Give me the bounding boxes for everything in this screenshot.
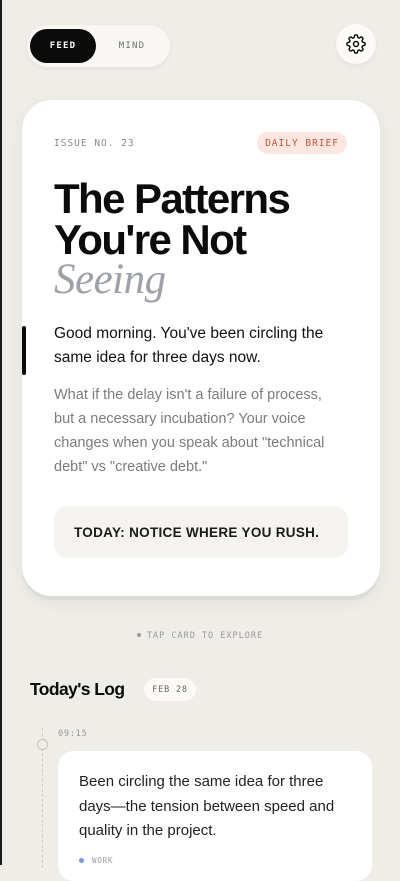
log-date-pill: FEB 28 (144, 678, 196, 701)
daily-action-box: TODAY: NOTICE WHERE YOU RUSH. (54, 506, 348, 558)
daily-brief-badge: DAILY BRIEF (257, 132, 347, 154)
view-toggle: FEED MIND (27, 25, 170, 67)
tap-hint-text: TAP CARD TO EXPLORE (146, 631, 264, 641)
headline-line-1: The Patterns (54, 175, 291, 222)
issue-number: ISSUE NO. 23 (54, 138, 135, 149)
log-title: Today's Log (30, 679, 125, 699)
tab-mind[interactable]: MIND (99, 29, 165, 63)
tab-feed[interactable]: FEED (30, 29, 96, 63)
quote-accent-bar (22, 326, 26, 375)
log-entry-card[interactable]: Been circling the same idea for three da… (58, 751, 372, 881)
left-edge-rule (0, 0, 2, 865)
card-body-text: What if the delay isn't a failure of pro… (54, 387, 325, 475)
hint-dot-icon (136, 632, 141, 637)
settings-button[interactable] (336, 24, 376, 64)
headline-italic-word: Seeing (54, 256, 166, 303)
log-entry-tag-label: WORK (92, 856, 114, 865)
tag-dot-icon (79, 858, 84, 863)
timeline-node-icon (37, 739, 48, 750)
greeting-text: Good morning. You've been circling the s… (54, 325, 324, 366)
daily-action-text: TODAY: NOTICE WHERE YOU RUSH. (74, 524, 320, 540)
log-entry-time: 09:15 (58, 729, 88, 739)
card-headline: The Patterns You're Not (54, 175, 354, 261)
log-entry-tag: WORK (79, 856, 113, 865)
gear-icon (346, 34, 366, 54)
daily-brief-card[interactable]: ISSUE NO. 23 DAILY BRIEF The Patterns Yo… (22, 100, 380, 596)
tap-hint: TAP CARD TO EXPLORE (0, 631, 400, 641)
log-entry-text: Been circling the same idea for three da… (79, 773, 335, 839)
